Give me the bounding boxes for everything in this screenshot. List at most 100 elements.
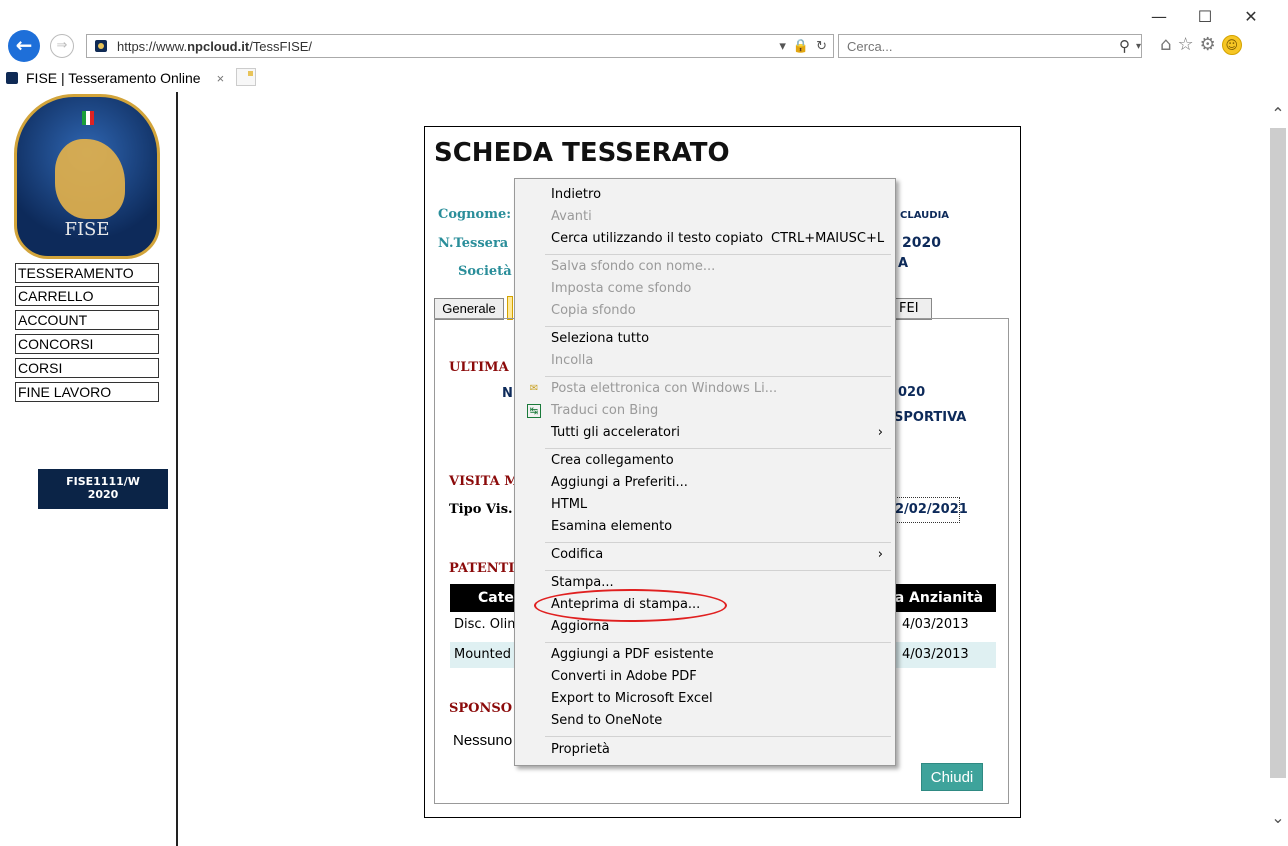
menu-item-converti-pdf[interactable]: Converti in Adobe PDF — [551, 667, 891, 687]
menu-label: Traduci con Bing — [551, 403, 659, 418]
search-box[interactable]: ⚲ ▾ — [838, 34, 1142, 58]
menu-label: Seleziona tutto — [551, 331, 650, 346]
menu-item-crea-collegamento[interactable]: Crea collegamento — [551, 451, 891, 471]
menu-item-codifica[interactable]: Codifica › — [551, 545, 891, 565]
tab-favicon-icon — [6, 72, 18, 84]
url-path: /TessFISE/ — [249, 38, 313, 54]
menu-item-export-excel[interactable]: Export to Microsoft Excel — [551, 689, 891, 709]
menu-item-cerca-testo[interactable]: Cerca utilizzando il testo copiato CTRL+M… — [551, 229, 891, 249]
home-icon[interactable]: ⌂ — [1160, 34, 1171, 55]
smiley-feedback-icon[interactable]: ☺ — [1221, 34, 1242, 55]
menu-separator — [545, 642, 891, 643]
scroll-thumb[interactable] — [1270, 128, 1286, 778]
back-button[interactable]: ← — [8, 30, 40, 62]
ultima-year: 020 — [898, 385, 926, 400]
menu-label: Incolla — [551, 353, 594, 368]
close-button[interactable]: Chiudi — [921, 763, 983, 791]
nav-fine-lavoro[interactable]: FINE LAVORO — [15, 382, 159, 402]
dropdown-icon[interactable]: ▾ — [779, 39, 786, 54]
search-input[interactable] — [847, 38, 1119, 54]
menu-separator — [545, 376, 891, 377]
table-header-right: ta Anzianità — [888, 590, 984, 606]
sidebar-divider — [176, 92, 178, 846]
visita-heading: VISITA M — [449, 474, 519, 489]
tab-close-icon[interactable]: × — [217, 71, 225, 86]
menu-separator — [545, 570, 891, 571]
menu-item-proprieta[interactable]: Proprietà — [551, 740, 891, 760]
forward-button[interactable]: ⇒ — [50, 34, 74, 58]
menu-item-indietro[interactable]: Indietro — [551, 185, 891, 205]
scroll-up-icon[interactable]: ⌃ — [1270, 104, 1286, 123]
arrow-right-icon: ⇒ — [56, 38, 68, 53]
menu-label: Salva sfondo con nome... — [551, 259, 716, 274]
tipo-vis-label: Tipo Vis. — [449, 502, 513, 517]
menu-item-avanti[interactable]: Avanti — [551, 207, 891, 227]
menu-item-onenote[interactable]: Send to OneNote — [551, 711, 891, 731]
nav-corsi[interactable]: CORSI — [15, 358, 159, 378]
gear-icon[interactable]: ⚙ — [1200, 34, 1216, 55]
menu-item-imposta-sfondo[interactable]: Imposta come sfondo — [551, 279, 891, 299]
search-dropdown-icon[interactable]: ▾ — [1136, 41, 1141, 52]
browser-tab[interactable]: FISE | Tesseramento Online × — [6, 66, 224, 90]
close-window-button[interactable]: ✕ — [1228, 6, 1274, 28]
url-prefix: https://www. — [117, 38, 188, 54]
menu-label: Esamina elemento — [551, 519, 673, 534]
nav-tesseramento[interactable]: TESSERAMENTO — [15, 263, 159, 283]
star-icon[interactable]: ☆ — [1177, 34, 1193, 55]
table-row-1-left: Disc. Olim — [454, 617, 520, 632]
menu-item-acceleratori[interactable]: Tutti gli acceleratori › — [551, 423, 891, 443]
lock-icon[interactable]: 🔒 — [793, 39, 809, 54]
url-text[interactable]: https://www.npcloud.it/TessFISE/ — [117, 39, 312, 54]
menu-item-salva-sfondo[interactable]: Salva sfondo con nome... — [551, 257, 891, 277]
menu-label: Send to OneNote — [551, 713, 663, 728]
refresh-icon[interactable]: ↻ — [816, 39, 827, 54]
translate-icon: ↹ — [527, 404, 541, 418]
menu-separator — [545, 736, 891, 737]
email-icon: ✉ — [529, 383, 539, 394]
menu-item-traduci[interactable]: Traduci con Bing — [551, 401, 891, 421]
menu-label: Indietro — [551, 187, 602, 202]
tab-title: FISE | Tesseramento Online — [26, 70, 201, 86]
tab-generale[interactable]: Generale — [434, 298, 504, 320]
menu-item-html[interactable]: HTML — [551, 495, 891, 515]
italian-flag-icon — [82, 111, 94, 125]
menu-item-pdf-esistente[interactable]: Aggiungi a PDF esistente — [551, 645, 891, 665]
nav-carrello[interactable]: CARRELLO — [15, 286, 159, 306]
year-value: 2020 — [902, 235, 941, 251]
ultima-n-label: N — [502, 386, 513, 401]
tab-active[interactable] — [507, 296, 513, 320]
nav-concorsi[interactable]: CONCORSI — [15, 334, 159, 354]
menu-item-preferiti[interactable]: Aggiungi a Preferiti... — [551, 473, 891, 493]
address-tools: ▾ 🔒 ↻ — [779, 39, 827, 54]
menu-item-esamina[interactable]: Esamina elemento — [551, 517, 891, 537]
chevron-right-icon: › — [877, 425, 883, 440]
scroll-down-icon[interactable]: ⌄ — [1270, 808, 1286, 827]
societa-label: Società — [458, 264, 512, 279]
highlight-ellipse — [534, 589, 727, 622]
search-icon[interactable]: ⚲ — [1119, 37, 1130, 55]
maximize-button[interactable]: ☐ — [1182, 6, 1228, 28]
url-domain: npcloud.it — [187, 38, 250, 54]
tab-fei[interactable]: FEI — [894, 298, 932, 320]
menu-item-incolla[interactable]: Incolla — [551, 351, 891, 371]
tessera-label: N.Tessera — [438, 236, 509, 251]
menu-item-posta[interactable]: Posta elettronica con Windows Li... — [551, 379, 891, 399]
address-bar[interactable]: https://www.npcloud.it/TessFISE/ ▾ 🔒 ↻ — [86, 34, 834, 58]
menu-label: Proprietà — [551, 742, 610, 757]
nav-account[interactable]: ACCOUNT — [15, 310, 159, 330]
table-row-2-left: Mounted — [454, 647, 511, 662]
arrow-left-icon: ← — [15, 33, 33, 57]
new-tab-button[interactable] — [236, 68, 256, 86]
page-title: SCHEDA TESSERATO — [434, 138, 730, 168]
menu-item-copia-sfondo[interactable]: Copia sfondo — [551, 301, 891, 321]
sponsor-value: Nessuno — [453, 732, 513, 749]
minimize-button[interactable]: — — [1136, 6, 1182, 28]
table-row-2-right: 4/03/2013 — [902, 647, 969, 662]
menu-label: Aggiungi a PDF esistente — [551, 647, 714, 662]
sponsor-heading: SPONSO — [449, 701, 513, 716]
menu-item-seleziona-tutto[interactable]: Seleziona tutto — [551, 329, 891, 349]
menu-separator — [545, 542, 891, 543]
menu-label: Stampa... — [551, 575, 614, 590]
badge-line-2: 2020 — [87, 488, 119, 501]
menu-label: Export to Microsoft Excel — [551, 691, 713, 706]
